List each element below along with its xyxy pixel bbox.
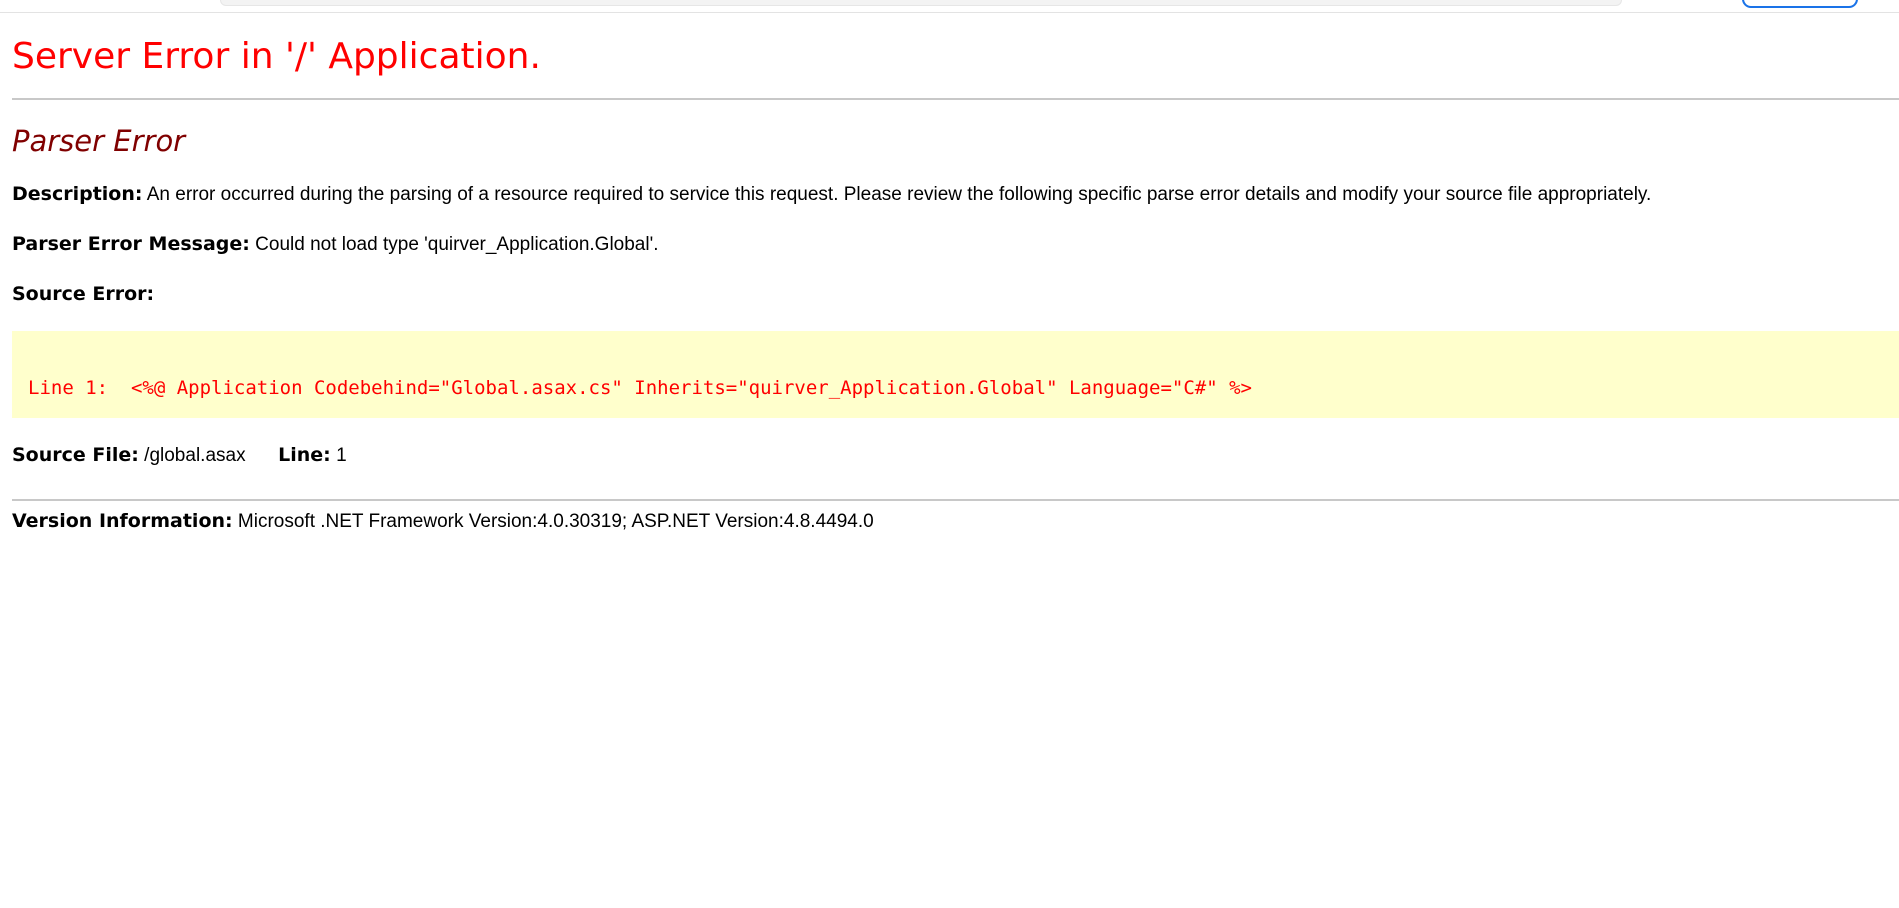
source-error-row: Source Error: <box>12 283 154 306</box>
version-label: Version Information: <box>12 510 233 532</box>
parser-error-message-row: Parser Error Message: Could not load typ… <box>12 233 659 256</box>
page-title: Server Error in '/' Application. <box>12 36 541 77</box>
description-label: Description: <box>12 183 143 205</box>
line-value: 1 <box>336 445 347 466</box>
parser-error-message-label: Parser Error Message: <box>12 233 250 255</box>
source-code-line: Line 1: <%@ Application Codebehind="Glob… <box>28 377 1252 399</box>
source-error-label: Source Error: <box>12 283 155 305</box>
browser-chrome-remnant <box>0 0 1899 13</box>
description-text: An error occurred during the parsing of … <box>146 184 1652 205</box>
browser-button[interactable] <box>1742 0 1858 8</box>
parser-error-message-text: Could not load type 'quirver_Application… <box>255 234 659 255</box>
source-file-value: /global.asax <box>144 445 246 466</box>
divider <box>12 98 1899 100</box>
source-file-row: Source File: /global.asax Line: 1 <box>12 444 347 467</box>
version-text: Microsoft .NET Framework Version:4.0.303… <box>237 511 874 532</box>
source-file-label: Source File: <box>12 444 139 466</box>
error-type-heading: Parser Error <box>12 124 186 158</box>
version-information-row: Version Information: Microsoft .NET Fram… <box>12 510 874 533</box>
address-bar[interactable] <box>220 0 1622 6</box>
divider <box>12 499 1899 501</box>
source-code-block: Line 1: <%@ Application Codebehind="Glob… <box>12 331 1899 418</box>
line-label: Line: <box>278 444 331 466</box>
description-row: Description: An error occurred during th… <box>12 183 1651 206</box>
